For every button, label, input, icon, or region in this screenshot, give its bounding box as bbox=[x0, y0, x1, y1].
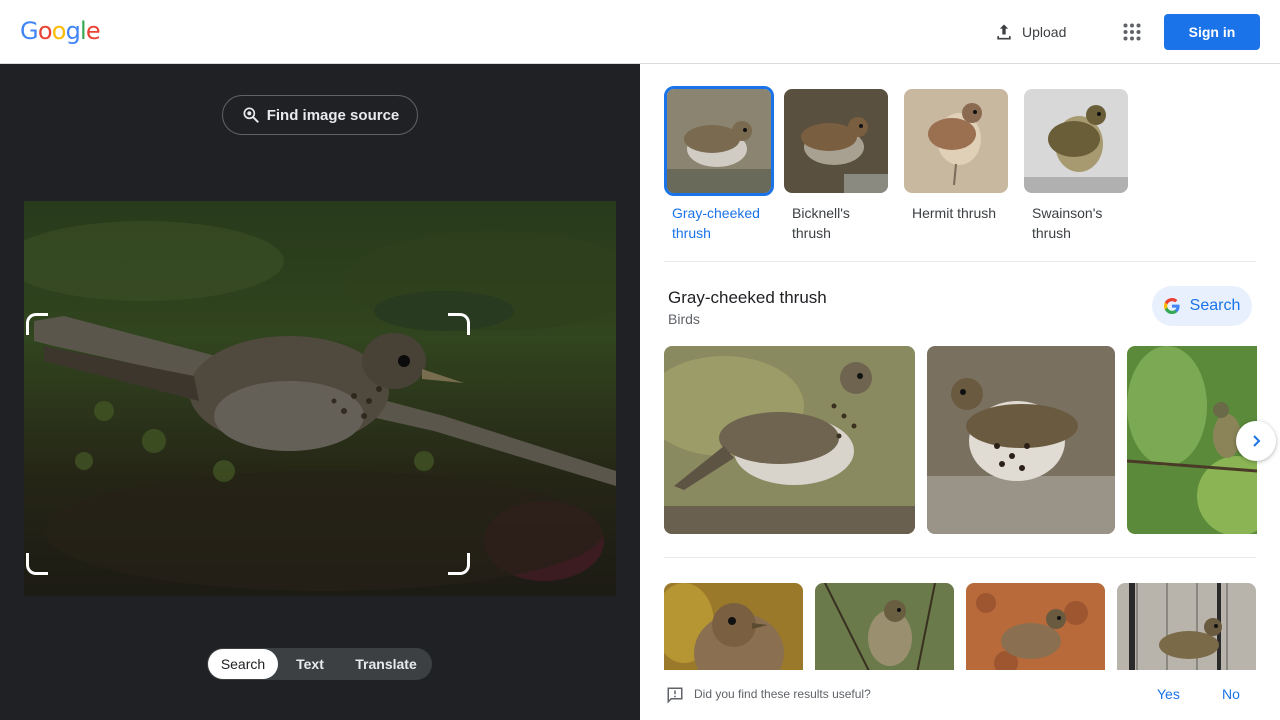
upload-icon bbox=[997, 24, 1011, 40]
chip-thumbnail bbox=[664, 86, 774, 196]
google-search-label: Search bbox=[1189, 297, 1241, 314]
feedback-question: Did you find these results useful? bbox=[694, 687, 871, 701]
result-image[interactable] bbox=[815, 583, 954, 683]
chip-label: Gray-cheeked thrush bbox=[672, 205, 760, 241]
feedback-no-button[interactable]: No bbox=[1222, 686, 1240, 702]
result-image[interactable] bbox=[664, 346, 915, 534]
divider bbox=[664, 261, 1256, 262]
image-viewer-panel: Find image source Search Text Translate bbox=[0, 64, 640, 720]
find-image-source-label: Find image source bbox=[266, 106, 400, 124]
feedback-yes-button[interactable]: Yes bbox=[1157, 686, 1180, 702]
find-image-source-button[interactable]: Find image source bbox=[222, 95, 418, 135]
chip-thumbnail bbox=[904, 89, 1008, 193]
crop-handle-top-right[interactable] bbox=[448, 313, 470, 335]
result-subtitle: Birds bbox=[668, 311, 700, 327]
next-images-button[interactable] bbox=[1236, 421, 1276, 461]
google-search-button[interactable]: Search bbox=[1152, 286, 1252, 326]
upload-button[interactable]: Upload bbox=[986, 16, 1074, 48]
results-panel: Gray-cheeked thrush Bicknell's thrush He… bbox=[640, 64, 1280, 720]
google-g-icon bbox=[1163, 298, 1180, 314]
mode-translate-tab[interactable]: Translate bbox=[342, 649, 430, 679]
chevron-right-icon bbox=[1253, 435, 1261, 447]
chip-bicknells-thrush[interactable]: Bicknell's thrush bbox=[784, 89, 892, 243]
upload-label: Upload bbox=[1022, 24, 1067, 40]
chip-swainsons-thrush[interactable]: Swainson's thrush bbox=[1024, 89, 1132, 243]
divider bbox=[664, 557, 1256, 558]
result-image[interactable] bbox=[664, 583, 803, 683]
mode-switcher: Search Text Translate bbox=[207, 648, 432, 680]
result-image[interactable] bbox=[1117, 583, 1256, 683]
top-bar: Google Upload Sign in bbox=[0, 0, 1280, 64]
crop-handle-bottom-right[interactable] bbox=[448, 553, 470, 575]
feedback-icon bbox=[667, 687, 683, 704]
sign-in-button[interactable]: Sign in bbox=[1164, 14, 1260, 50]
crop-selection-box[interactable] bbox=[26, 313, 470, 575]
chip-label: Swainson's thrush bbox=[1032, 205, 1103, 241]
related-species-chips: Gray-cheeked thrush Bicknell's thrush He… bbox=[664, 86, 1132, 243]
mode-text-tab[interactable]: Text bbox=[278, 649, 342, 679]
crop-handle-bottom-left[interactable] bbox=[26, 553, 48, 575]
google-logo[interactable]: Google bbox=[20, 17, 101, 45]
chip-label: Hermit thrush bbox=[912, 205, 997, 221]
apps-grid-icon bbox=[1123, 23, 1141, 41]
result-title[interactable]: Gray-cheeked thrush bbox=[668, 288, 827, 308]
google-apps-button[interactable] bbox=[1116, 16, 1148, 48]
crop-handle-top-left[interactable] bbox=[26, 313, 48, 335]
chip-thumbnail bbox=[1024, 89, 1128, 193]
result-image[interactable] bbox=[966, 583, 1105, 683]
feedback-bar: Did you find these results useful? Yes N… bbox=[640, 670, 1280, 720]
chip-gray-cheeked-thrush[interactable]: Gray-cheeked thrush bbox=[664, 86, 774, 243]
chip-label: Bicknell's thrush bbox=[792, 205, 850, 241]
result-image[interactable] bbox=[927, 346, 1115, 534]
chip-hermit-thrush[interactable]: Hermit thrush bbox=[904, 89, 1012, 243]
chip-thumbnail bbox=[784, 89, 888, 193]
lens-search-icon bbox=[243, 107, 259, 123]
mode-search-tab[interactable]: Search bbox=[208, 649, 278, 679]
